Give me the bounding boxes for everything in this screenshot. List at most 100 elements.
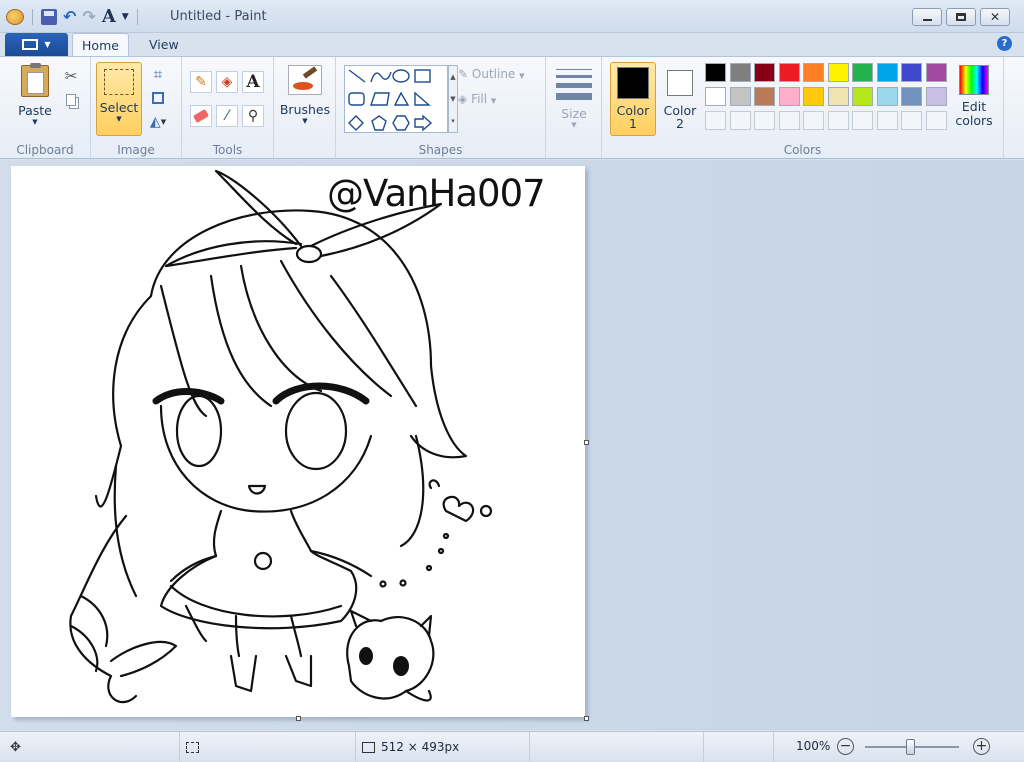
zoom-slider[interactable]: [865, 739, 959, 755]
zoom-slider-thumb[interactable]: [906, 739, 915, 755]
eraser-icon[interactable]: [190, 105, 212, 127]
palette-swatch[interactable]: [705, 111, 726, 130]
edit-colors-label-2: colors: [955, 113, 993, 128]
resize-handle-bottom[interactable]: [296, 716, 301, 721]
fill-bucket-icon[interactable]: ◈: [216, 71, 238, 93]
color2-button[interactable]: Color 2: [658, 62, 702, 136]
shapes-gallery[interactable]: [344, 65, 448, 133]
brushes-button[interactable]: Brushes ▼: [279, 63, 331, 133]
palette-swatch[interactable]: [925, 63, 947, 82]
cut-icon[interactable]: ✂: [60, 65, 82, 87]
size-group: Size ▼: [546, 57, 602, 160]
palette-swatch[interactable]: [901, 87, 922, 106]
chevron-down-icon: ▼: [32, 118, 38, 126]
palette-swatch[interactable]: [705, 87, 726, 106]
edit-colors-button[interactable]: Edit colors: [952, 63, 996, 137]
shapes-scroll[interactable]: ▲ ▼ ▾: [448, 65, 458, 133]
palette-swatch[interactable]: [754, 87, 775, 106]
crop-icon[interactable]: ⌗: [147, 63, 169, 85]
palette-swatch[interactable]: [705, 63, 726, 82]
zoom-in-button[interactable]: +: [973, 738, 990, 755]
fill-button[interactable]: ◈ Fill ▼: [458, 92, 496, 106]
redo-icon[interactable]: ↷: [82, 7, 95, 26]
palette-swatch[interactable]: [729, 63, 751, 82]
rotate-icon[interactable]: ◭ ▼: [147, 111, 169, 133]
size-label: Size: [561, 106, 587, 121]
select-button[interactable]: Select ▼: [96, 62, 142, 136]
zoom-out-button[interactable]: −: [837, 738, 854, 755]
palette-swatch[interactable]: [754, 111, 775, 130]
palette-swatch[interactable]: [729, 111, 751, 130]
selection-size-cell: [180, 732, 356, 762]
palette-swatch[interactable]: [778, 111, 800, 130]
outline-button[interactable]: ✎ Outline ▼: [458, 67, 525, 81]
palette-swatch[interactable]: [827, 111, 849, 130]
text-tool-icon[interactable]: A: [242, 71, 264, 93]
palette-swatch[interactable]: [925, 111, 947, 130]
paste-button[interactable]: Paste ▼: [14, 63, 56, 133]
palette-swatch[interactable]: [901, 111, 922, 130]
color1-number: 1: [629, 116, 637, 131]
minimize-button[interactable]: [912, 8, 942, 26]
paint-app-icon[interactable]: [6, 8, 24, 25]
outline-icon: ✎: [458, 67, 469, 81]
file-menu-button[interactable]: ▼: [5, 33, 68, 56]
palette-swatch[interactable]: [876, 63, 898, 82]
brushes-label: Brushes: [279, 102, 331, 117]
palette-swatch[interactable]: [876, 87, 898, 106]
palette-swatch[interactable]: [803, 87, 824, 106]
color-picker-icon[interactable]: ⁄: [216, 105, 238, 127]
file-menu-icon: [22, 39, 39, 50]
color-spectrum-icon: [959, 65, 989, 95]
window-controls: ✕: [912, 8, 1010, 26]
palette-swatch[interactable]: [901, 63, 922, 82]
drawing-canvas[interactable]: @VanHa007: [11, 166, 585, 717]
palette-swatch[interactable]: [803, 63, 824, 82]
help-icon[interactable]: ?: [997, 36, 1012, 51]
close-button[interactable]: ✕: [980, 8, 1010, 26]
palette-swatch[interactable]: [827, 63, 849, 82]
palette-swatch[interactable]: [754, 63, 775, 82]
copy-icon[interactable]: [60, 89, 82, 111]
tab-view[interactable]: View: [137, 33, 191, 57]
brush-icon: [288, 65, 322, 95]
tools-group-label: Tools: [212, 143, 243, 157]
color1-button[interactable]: Color 1: [610, 62, 656, 136]
brushes-group: Brushes ▼: [274, 57, 336, 160]
palette-swatch[interactable]: [778, 63, 800, 82]
palette-swatch[interactable]: [925, 87, 947, 106]
palette-swatch[interactable]: [803, 111, 824, 130]
resize-icon[interactable]: [147, 87, 169, 109]
window-title: Untitled - Paint: [170, 9, 267, 24]
maximize-button[interactable]: [946, 8, 976, 26]
save-icon[interactable]: [41, 8, 57, 25]
palette-swatch[interactable]: [778, 87, 800, 106]
color-palette: [705, 63, 955, 132]
restore-icon: [956, 13, 966, 21]
palette-swatch[interactable]: [876, 111, 898, 130]
colors-group-label: Colors: [783, 143, 822, 157]
palette-swatch[interactable]: [852, 111, 873, 130]
colors-group: Color 1 Color 2 Edit colors Colors: [602, 57, 1004, 160]
palette-swatch[interactable]: [827, 87, 849, 106]
size-button[interactable]: Size ▼: [554, 65, 594, 137]
clipboard-icon: [21, 63, 49, 97]
clipboard-group: Paste ▼ ✂ Clipboard: [0, 57, 91, 160]
selection-size-icon: [186, 741, 199, 753]
magnifier-icon[interactable]: ⚲: [242, 105, 264, 127]
text-icon[interactable]: A: [102, 6, 116, 27]
selection-icon: [104, 69, 134, 95]
pencil-icon[interactable]: ✎: [190, 71, 212, 93]
tab-home[interactable]: Home: [72, 33, 129, 57]
undo-icon[interactable]: ↶: [63, 7, 76, 26]
palette-swatch[interactable]: [852, 87, 873, 106]
palette-swatch[interactable]: [852, 63, 873, 82]
chevron-down-icon: ▼: [519, 72, 525, 80]
line-size-icon: [556, 69, 592, 100]
color2-number: 2: [676, 116, 684, 131]
palette-swatch[interactable]: [729, 87, 751, 106]
status-spacer: [530, 732, 704, 762]
resize-handle-right[interactable]: [584, 440, 589, 445]
resize-handle-corner[interactable]: [584, 716, 589, 721]
customize-qat-icon[interactable]: ▼: [122, 12, 129, 22]
